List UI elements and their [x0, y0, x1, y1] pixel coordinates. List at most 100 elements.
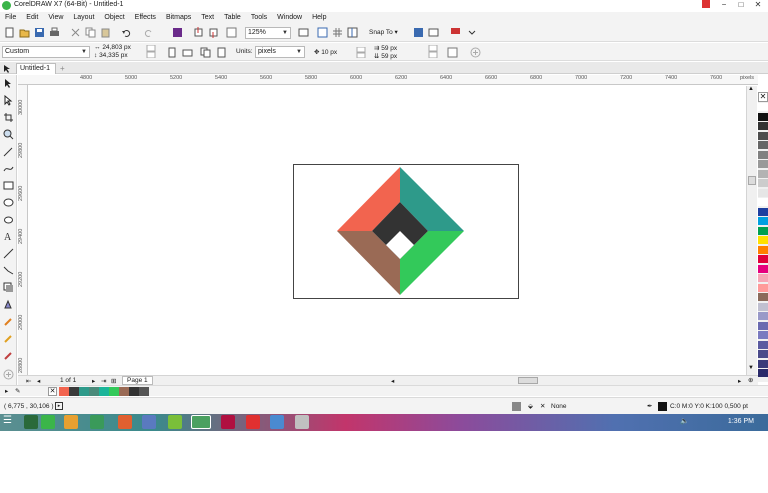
vertical-scrollbar[interactable]: ▲ ▼	[746, 86, 757, 376]
application-launcher-icon[interactable]	[428, 27, 439, 38]
cube-app-icon[interactable]	[142, 415, 156, 429]
minimize-button[interactable]: −	[716, 0, 732, 10]
media-app-icon[interactable]	[118, 415, 132, 429]
document-palette-swatch[interactable]	[79, 387, 89, 396]
drawing-canvas[interactable]	[29, 86, 757, 375]
app-icon[interactable]	[270, 415, 284, 429]
ellipse-tool-icon[interactable]	[3, 197, 14, 208]
menu-table[interactable]: Table	[219, 12, 246, 24]
vertical-scroll-thumb[interactable]	[748, 176, 756, 185]
page-width-field[interactable]: ↔ 24,803 px	[94, 44, 131, 51]
duplicate-x-field[interactable]: ⇉ 59 px	[374, 44, 397, 52]
next-page-icon[interactable]: ▸	[92, 377, 95, 385]
page-size-combo[interactable]: Custom ▼	[2, 46, 90, 58]
pick-tool-icon[interactable]	[3, 78, 14, 89]
no-color-swatch[interactable]: ✕	[758, 92, 768, 102]
palette-swatch[interactable]	[758, 179, 768, 187]
text-tool-icon[interactable]: A	[3, 231, 14, 243]
scroll-right-icon[interactable]: ▸	[738, 377, 741, 385]
all-pages-icon[interactable]	[200, 47, 211, 58]
pick-tool-icon[interactable]	[3, 64, 12, 75]
palette-swatch[interactable]	[758, 274, 768, 282]
palette-swatch[interactable]	[758, 264, 768, 273]
chevron-down-icon[interactable]	[466, 27, 477, 38]
palette-swatch[interactable]	[758, 112, 768, 121]
app-icon[interactable]	[295, 415, 309, 429]
no-color-swatch[interactable]: ✕	[48, 387, 57, 396]
document-palette-swatch[interactable]	[109, 387, 119, 396]
full-screen-preview-icon[interactable]	[298, 27, 309, 38]
undo-icon[interactable]	[121, 27, 132, 38]
taskbar-clock[interactable]: 1:36 PM	[728, 418, 754, 425]
interactive-fill-icon[interactable]	[3, 333, 14, 344]
color-proof-icon[interactable]	[512, 402, 521, 411]
options-icon[interactable]	[413, 27, 424, 38]
coreldraw-active-icon[interactable]	[191, 415, 211, 429]
palette-swatch[interactable]	[758, 245, 768, 254]
vertical-ruler[interactable]: 3000029800296002940029200290002880028600	[18, 85, 28, 416]
palette-swatch[interactable]	[758, 207, 768, 216]
menu-effects[interactable]: Effects	[130, 12, 161, 24]
palette-swatch[interactable]	[758, 217, 768, 225]
horizontal-scroll-thumb[interactable]	[518, 377, 538, 384]
palette-swatch[interactable]	[758, 340, 768, 349]
document-palette-swatch[interactable]	[99, 387, 109, 396]
current-page-icon[interactable]	[216, 47, 227, 58]
snap-to-dropdown[interactable]: Snap To ▾	[369, 28, 398, 36]
volume-icon[interactable]: 🔈	[680, 417, 689, 425]
eyedropper-icon[interactable]: ✎	[15, 387, 20, 395]
duplicate-y-field[interactable]: ⇊ 59 px	[374, 52, 397, 60]
tab-page-1[interactable]: Page 1	[122, 376, 153, 385]
stepper-icon[interactable]	[356, 46, 367, 59]
add-tool-icon[interactable]	[3, 369, 14, 380]
android-app-icon[interactable]	[168, 415, 182, 429]
document-palette-swatch[interactable]	[139, 387, 149, 396]
palette-swatch[interactable]	[758, 122, 768, 130]
units-combo[interactable]: pixels ▼	[255, 46, 305, 58]
menu-window[interactable]: Window	[272, 12, 307, 24]
open-icon[interactable]	[19, 27, 30, 38]
document-palette-swatch[interactable]	[119, 387, 129, 396]
connector-tool-icon[interactable]	[3, 265, 14, 276]
palette-swatch[interactable]	[758, 359, 768, 368]
cut-icon[interactable]	[70, 27, 81, 38]
export-icon[interactable]	[208, 27, 219, 38]
add-tab-icon[interactable]: +	[60, 64, 65, 73]
page-height-field[interactable]: ↕ 34,335 px	[94, 52, 128, 59]
palette-swatch[interactable]	[758, 226, 768, 235]
landscape-icon[interactable]	[182, 47, 193, 58]
document-palette-swatch[interactable]	[129, 387, 139, 396]
add-icon[interactable]	[470, 47, 481, 58]
document-palette-swatch[interactable]	[89, 387, 99, 396]
tab-untitled-1[interactable]: Untitled-1	[16, 63, 56, 74]
palette-swatch[interactable]	[758, 369, 768, 377]
palette-swatch[interactable]	[758, 302, 768, 311]
previous-page-icon[interactable]: ◂	[37, 377, 40, 385]
status-expand-icon[interactable]: ▸	[55, 402, 63, 410]
stepper-icon[interactable]	[146, 44, 157, 59]
print-icon[interactable]	[49, 27, 60, 38]
drop-shadow-icon[interactable]	[3, 282, 14, 293]
import-icon[interactable]	[193, 27, 204, 38]
account-icon[interactable]	[698, 0, 714, 10]
horizontal-ruler[interactable]: 4800 5000 5200 5400 5600 5800 6000 6200 6400 6600…	[18, 75, 758, 85]
scroll-left-icon[interactable]: ◂	[391, 377, 394, 385]
publish-pdf-icon[interactable]	[226, 27, 237, 38]
shape-tool-icon[interactable]	[3, 94, 14, 106]
coreldraw-app-icon[interactable]	[41, 415, 55, 429]
start-button[interactable]: ☰	[3, 415, 12, 426]
palette-swatch[interactable]	[758, 141, 768, 149]
save-icon[interactable]	[34, 27, 45, 38]
maximize-button[interactable]: □	[733, 0, 749, 10]
palette-swatch[interactable]	[758, 293, 768, 301]
menu-object[interactable]: Object	[99, 12, 129, 24]
polygon-tool-icon[interactable]	[3, 214, 14, 225]
scroll-up-icon[interactable]: ▲	[748, 86, 754, 92]
document-palette-swatch[interactable]	[69, 387, 79, 396]
copy-icon[interactable]	[85, 27, 96, 38]
palette-swatch[interactable]	[758, 160, 768, 168]
menu-text[interactable]: Text	[196, 12, 219, 24]
new-document-icon[interactable]	[4, 27, 15, 38]
welcome-screen-icon[interactable]	[450, 27, 461, 38]
palette-menu-icon[interactable]: ▸	[5, 387, 8, 395]
